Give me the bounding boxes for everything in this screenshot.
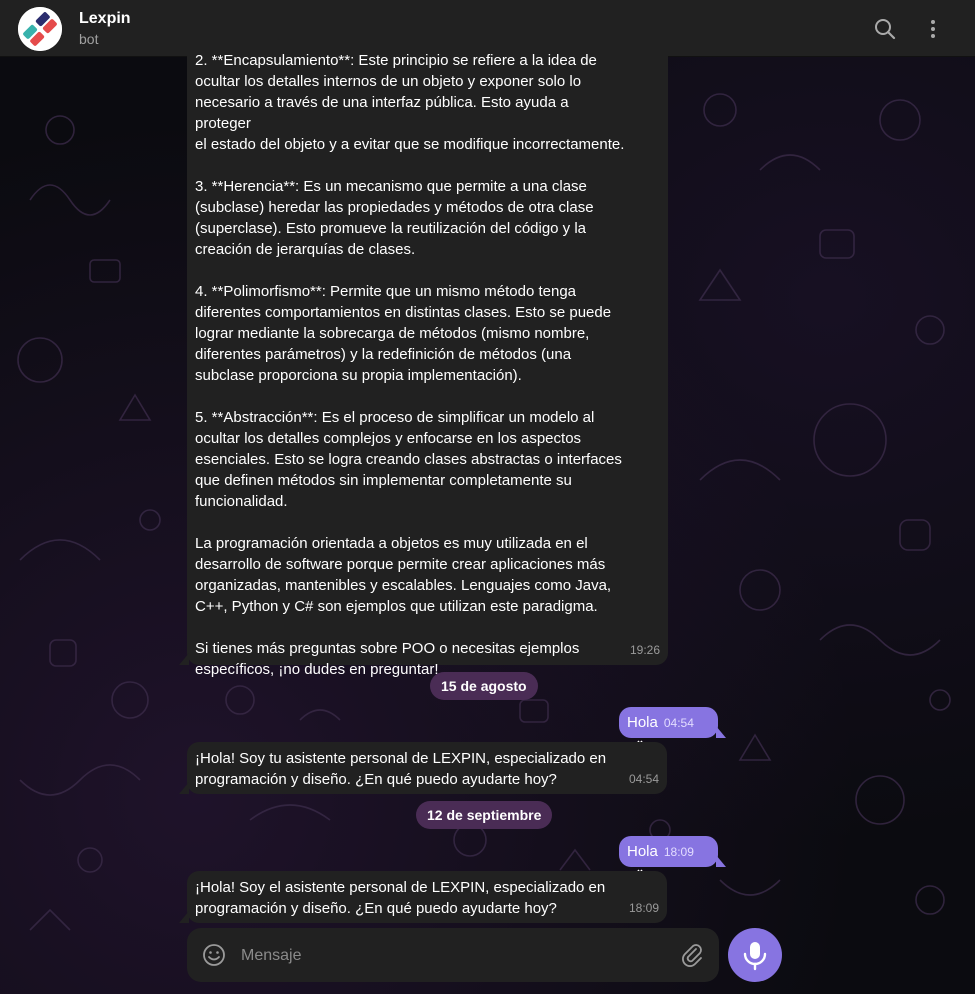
more-vertical-icon: [931, 20, 935, 38]
avatar[interactable]: [18, 7, 62, 51]
attach-button[interactable]: [679, 942, 705, 968]
bubble-tail: [179, 911, 189, 923]
message-time: 04:54: [663, 716, 694, 730]
date-separator: 12 de septiembre: [416, 801, 553, 829]
message-text: Hola: [627, 843, 658, 860]
message-time: 04:54: [628, 772, 659, 786]
message-text: 2. **Encapsulamiento**: Este principio s…: [195, 52, 625, 678]
message-bubble-incoming[interactable]: ¡Hola! Soy tu asistente personal de LEXP…: [179, 742, 667, 794]
microphone-icon: [743, 942, 767, 971]
search-icon: [875, 19, 896, 40]
chat-title-block[interactable]: Lexpin bot: [79, 10, 131, 47]
chat-subtitle: bot: [79, 31, 99, 47]
chat-title: Lexpin: [79, 10, 131, 27]
message-input[interactable]: [239, 940, 673, 972]
emoji-icon: [203, 944, 225, 966]
paperclip-icon: [682, 944, 702, 967]
bubble-tail: [716, 855, 726, 867]
emoji-button[interactable]: [201, 942, 227, 968]
date-separator: 15 de agosto: [430, 672, 538, 700]
search-button[interactable]: [870, 14, 900, 44]
message-bubble-outgoing[interactable]: Hola 04:54: [619, 707, 726, 749]
message-text: ¡Hola! Soy tu asistente personal de LEXP…: [195, 750, 607, 788]
message-time: 18:09: [663, 845, 694, 859]
bubble-tail: [716, 726, 726, 738]
message-time: 18:09: [628, 901, 659, 915]
message-text: ¡Hola! Soy el asistente personal de LEXP…: [195, 879, 606, 917]
message-bubble-outgoing[interactable]: Hola 18:09: [619, 836, 726, 878]
message-time: 19:26: [629, 643, 660, 657]
message-bubble-incoming[interactable]: 2. **Encapsulamiento**: Este principio s…: [179, 40, 668, 678]
lexpin-logo-icon: [18, 7, 62, 51]
message-text: Hola: [627, 714, 658, 731]
bubble-tail: [179, 782, 189, 794]
more-options-button[interactable]: [918, 14, 948, 44]
message-composer: [187, 928, 719, 982]
message-bubble-incoming[interactable]: ¡Hola! Soy el asistente personal de LEXP…: [179, 871, 667, 923]
bubble-tail: [179, 653, 189, 665]
voice-record-button[interactable]: [728, 928, 782, 982]
